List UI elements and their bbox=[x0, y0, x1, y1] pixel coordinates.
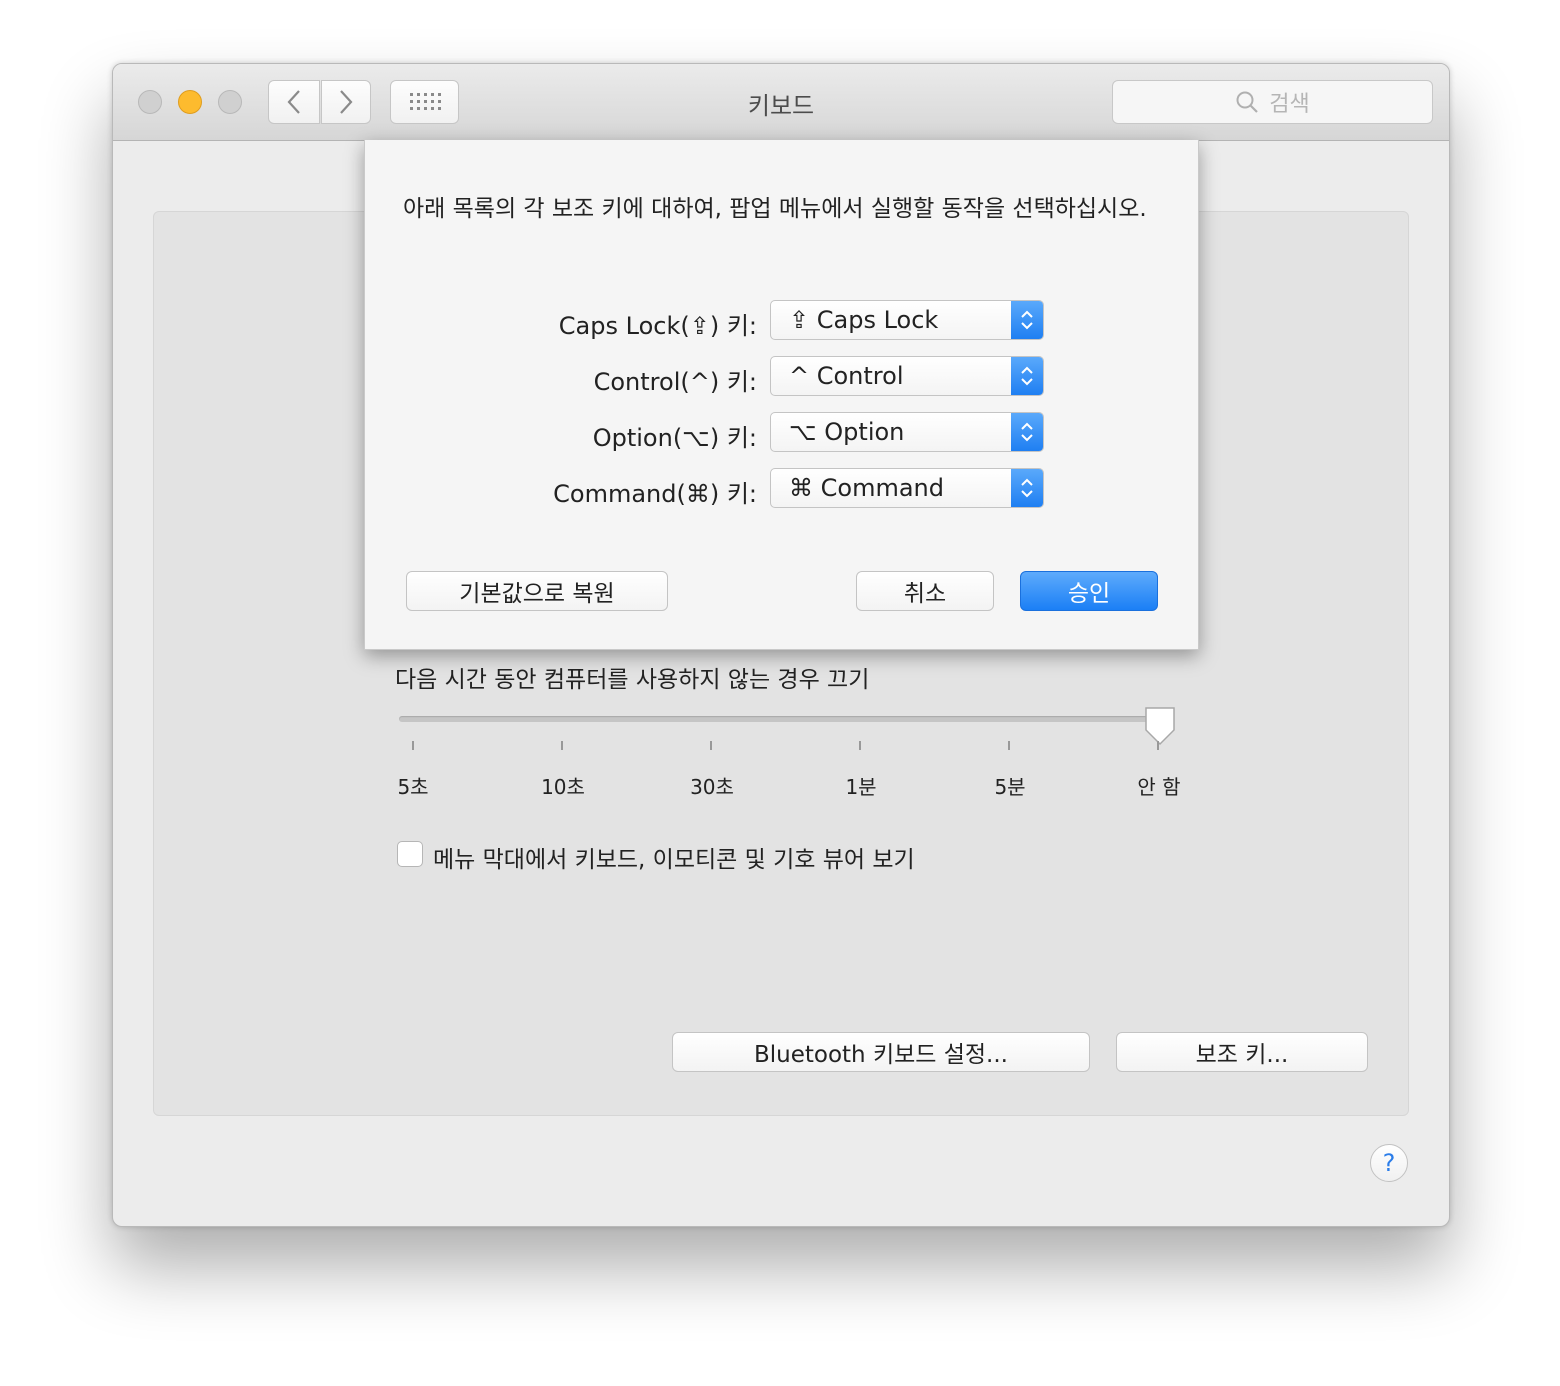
up-down-arrows-icon bbox=[1011, 357, 1043, 395]
modifier-label: Command(⌘) 키: bbox=[553, 480, 757, 508]
slider-tick bbox=[561, 741, 563, 750]
show-viewer-checkbox[interactable] bbox=[397, 841, 423, 867]
slider-label: 5분 bbox=[994, 775, 1026, 799]
slider-label: 30초 bbox=[690, 775, 734, 799]
backlight-off-label: 다음 시간 동안 컴퓨터를 사용하지 않는 경우 끄기 bbox=[395, 667, 870, 693]
backlight-off-slider[interactable] bbox=[399, 716, 1163, 722]
option-popup[interactable]: ⌥ Option bbox=[770, 412, 1044, 452]
slider-label: 10초 bbox=[541, 775, 585, 799]
slider-thumb[interactable] bbox=[1143, 706, 1177, 746]
search-placeholder: 검색 bbox=[1269, 92, 1310, 117]
show-viewer-label: 메뉴 막대에서 키보드, 이모티콘 및 기호 뷰어 보기 bbox=[433, 847, 915, 873]
keyboard-preferences-window: 키보드 검색 다음 시간 동안 컴퓨터를 사용하지 않는 경우 끄기 5초 10… bbox=[112, 63, 1450, 1227]
search-field[interactable]: 검색 bbox=[1112, 80, 1433, 124]
sheet-message: 아래 목록의 각 보조 키에 대하여, 팝업 메뉴에서 실행할 동작을 선택하십… bbox=[403, 196, 1147, 222]
popup-value: ⌥ Option bbox=[789, 418, 905, 446]
cancel-button[interactable]: 취소 bbox=[856, 571, 994, 611]
control-popup[interactable]: ^ Control bbox=[770, 356, 1044, 396]
slider-tick bbox=[1157, 741, 1159, 750]
slider-tick bbox=[412, 741, 414, 750]
up-down-arrows-icon bbox=[1011, 301, 1043, 339]
slider-tick bbox=[859, 741, 861, 750]
modifier-keys-sheet: 아래 목록의 각 보조 키에 대하여, 팝업 메뉴에서 실행할 동작을 선택하십… bbox=[364, 140, 1199, 650]
slider-label: 5초 bbox=[397, 775, 429, 799]
popup-value: ⌘ Command bbox=[789, 474, 944, 502]
modifier-label: Caps Lock(⇪) 키: bbox=[558, 312, 757, 340]
slider-label: 1분 bbox=[845, 775, 877, 799]
modifier-row-control: Control(^) 키: ^ Control bbox=[365, 356, 1200, 396]
popup-value: ⇪ Caps Lock bbox=[789, 306, 939, 334]
modifier-label: Option(⌥) 키: bbox=[592, 424, 757, 452]
command-popup[interactable]: ⌘ Command bbox=[770, 468, 1044, 508]
slider-tick bbox=[710, 741, 712, 750]
modifier-row-option: Option(⌥) 키: ⌥ Option bbox=[365, 412, 1200, 452]
search-icon bbox=[1236, 91, 1259, 113]
ok-button[interactable]: 승인 bbox=[1020, 571, 1158, 611]
modifier-keys-button[interactable]: 보조 키... bbox=[1116, 1032, 1368, 1072]
caps-lock-popup[interactable]: ⇪ Caps Lock bbox=[770, 300, 1044, 340]
slider-label: 안 함 bbox=[1137, 775, 1181, 799]
up-down-arrows-icon bbox=[1011, 413, 1043, 451]
modifier-row-command: Command(⌘) 키: ⌘ Command bbox=[365, 468, 1200, 508]
modifier-label: Control(^) 키: bbox=[593, 368, 757, 396]
restore-defaults-button[interactable]: 기본값으로 복원 bbox=[406, 571, 668, 611]
up-down-arrows-icon bbox=[1011, 469, 1043, 507]
modifier-row-caps-lock: Caps Lock(⇪) 키: ⇪ Caps Lock bbox=[365, 300, 1200, 340]
slider-tick bbox=[1008, 741, 1010, 750]
help-button[interactable]: ? bbox=[1370, 1144, 1408, 1182]
title-bar: 키보드 검색 bbox=[113, 64, 1449, 141]
popup-value: ^ Control bbox=[789, 362, 904, 390]
bluetooth-keyboard-setup-button[interactable]: Bluetooth 키보드 설정... bbox=[672, 1032, 1090, 1072]
